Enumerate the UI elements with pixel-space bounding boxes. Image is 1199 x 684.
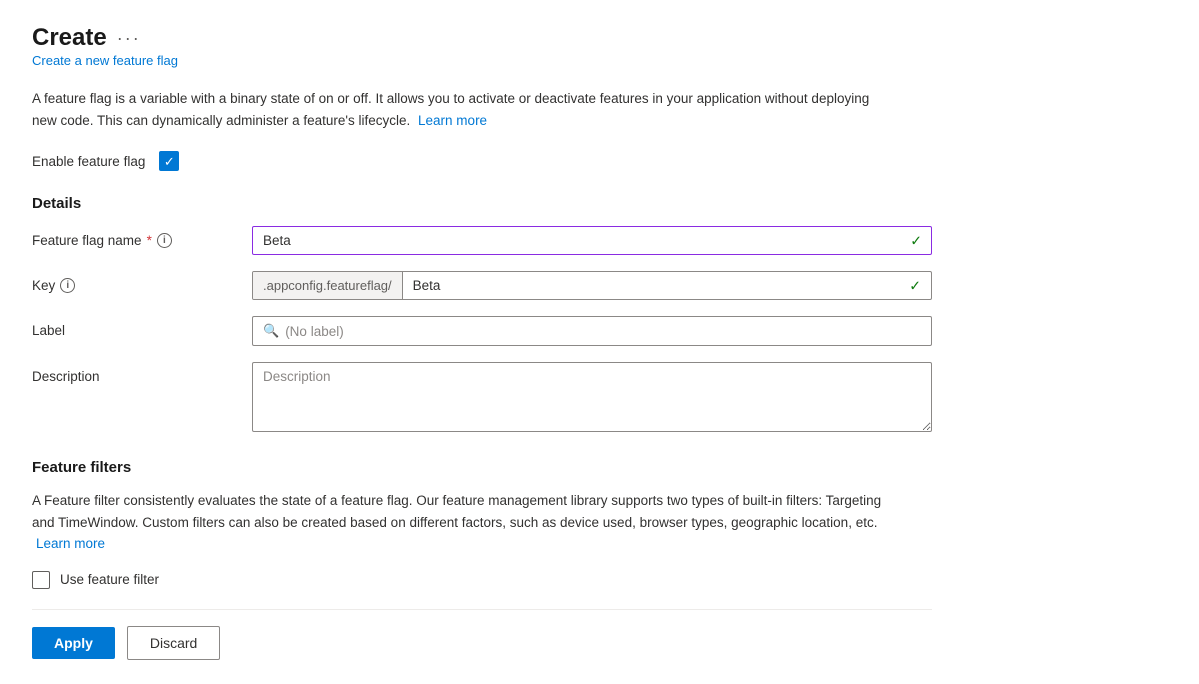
page-title: Create ··· [32, 24, 141, 52]
key-prefix: .appconfig.featureflag/ [253, 272, 403, 299]
label-input[interactable] [285, 324, 921, 339]
description-label: Description [32, 369, 100, 384]
enable-label: Enable feature flag [32, 154, 145, 169]
feature-flag-name-input-wrapper: ✓ [252, 226, 932, 255]
label-label: Label [32, 323, 65, 338]
feature-flag-name-input[interactable] [252, 226, 932, 255]
use-filter-checkbox[interactable] [32, 571, 50, 589]
use-filter-row: Use feature filter [32, 571, 892, 589]
feature-flag-name-label: Feature flag name [32, 233, 142, 248]
key-info-icon[interactable]: i [60, 278, 75, 293]
label-control: 🔍 [252, 316, 932, 346]
action-divider [32, 609, 932, 610]
feature-flag-name-label-cell: Feature flag name * i [32, 226, 252, 248]
enable-row: Enable feature flag ✓ [32, 151, 1167, 171]
description-label-cell: Description [32, 362, 252, 384]
feature-flag-name-row: Feature flag name * i ✓ [32, 226, 932, 255]
filters-section-title: Feature filters [32, 459, 892, 476]
details-section-title: Details [32, 195, 1167, 212]
label-search-icon: 🔍 [263, 323, 279, 339]
key-valid-icon: ✓ [909, 277, 921, 294]
feature-flag-name-valid-icon: ✓ [910, 232, 922, 249]
title-ellipsis: ··· [117, 28, 141, 49]
discard-button[interactable]: Discard [127, 626, 220, 660]
action-row: Apply Discard [32, 626, 1167, 660]
title-text: Create [32, 24, 107, 52]
description-control [252, 362, 932, 435]
key-control: .appconfig.featureflag/ ✓ [252, 271, 932, 300]
page-title-row: Create ··· [32, 24, 1167, 52]
use-filter-label: Use feature filter [60, 572, 159, 587]
label-label-cell: Label [32, 316, 252, 338]
key-input[interactable] [403, 272, 931, 299]
feature-flag-name-control: ✓ [252, 226, 932, 255]
filters-description-text: A Feature filter consistently evaluates … [32, 493, 881, 530]
learn-more-link[interactable]: Learn more [418, 113, 487, 128]
key-row: Key i .appconfig.featureflag/ ✓ [32, 271, 932, 300]
key-label: Key [32, 278, 55, 293]
description-textarea[interactable] [252, 362, 932, 432]
key-input-wrapper: .appconfig.featureflag/ ✓ [252, 271, 932, 300]
filters-description: A Feature filter consistently evaluates … [32, 490, 892, 555]
check-icon: ✓ [164, 155, 175, 168]
key-label-cell: Key i [32, 271, 252, 293]
feature-flag-description: A feature flag is a variable with a bina… [32, 88, 892, 131]
filters-learn-more-link[interactable]: Learn more [36, 536, 105, 551]
label-row: Label 🔍 [32, 316, 932, 346]
label-input-wrapper[interactable]: 🔍 [252, 316, 932, 346]
feature-flag-name-info-icon[interactable]: i [157, 233, 172, 248]
enable-checkbox[interactable]: ✓ [159, 151, 179, 171]
description-row: Description [32, 362, 932, 435]
feature-filters-section: Feature filters A Feature filter consist… [32, 459, 892, 589]
subtitle-link[interactable]: Create a new feature flag [32, 53, 178, 68]
key-input-inner: ✓ [403, 272, 931, 299]
apply-button[interactable]: Apply [32, 627, 115, 659]
required-star: * [147, 233, 152, 248]
